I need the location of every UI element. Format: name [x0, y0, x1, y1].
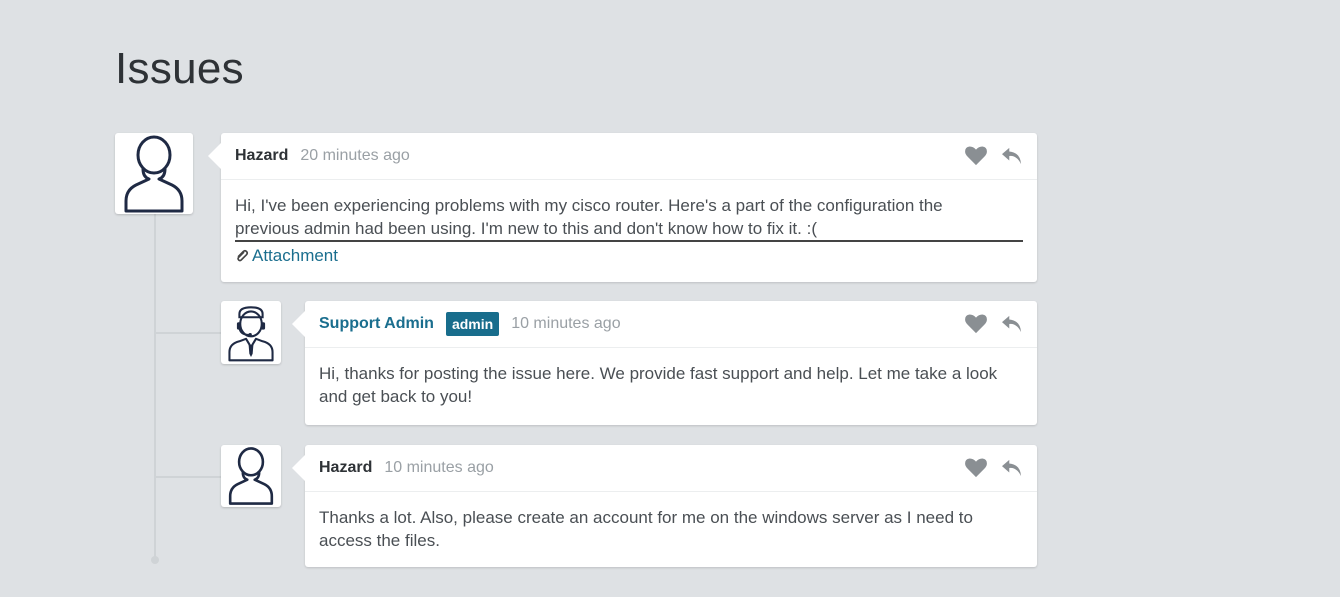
comment-card: Support Admin admin 10 minutes ago Hi, t…: [292, 301, 1037, 425]
avatar[interactable]: [221, 301, 281, 364]
thread-end-dot: [151, 556, 159, 564]
user-avatar-icon: [124, 135, 184, 212]
thread-branch: [155, 476, 221, 478]
heart-icon: [965, 314, 987, 334]
heart-icon: [965, 146, 987, 166]
reply-icon: [1002, 315, 1022, 333]
reply-button[interactable]: [1001, 314, 1023, 334]
thread-line: [154, 214, 156, 558]
like-button[interactable]: [965, 314, 987, 334]
comment-header: Hazard 10 minutes ago: [305, 445, 1037, 492]
comment-body: Thanks a lot. Also, please create an acc…: [305, 492, 1037, 552]
comment-text: Hi, thanks for posting the issue here. W…: [319, 364, 998, 406]
comment-card: Hazard 10 minutes ago Thanks a lot. Also…: [292, 445, 1037, 567]
user-avatar-icon: [228, 447, 274, 505]
support-agent-avatar-icon: [228, 305, 274, 361]
comment-author[interactable]: Hazard: [319, 459, 372, 477]
comment-header: Hazard 20 minutes ago: [221, 133, 1037, 180]
reply-button[interactable]: [1001, 146, 1023, 166]
comment-time: 10 minutes ago: [511, 315, 621, 332]
comment-body: Hi, thanks for posting the issue here. W…: [305, 348, 1037, 408]
paperclip-icon: [237, 249, 249, 261]
like-button[interactable]: [965, 458, 987, 478]
reply-icon: [1002, 459, 1022, 477]
comment-body: Hi, I've been experiencing problems with…: [221, 180, 1037, 267]
comment-header: Support Admin admin 10 minutes ago: [305, 301, 1037, 348]
thread-branch: [155, 332, 221, 334]
reply-icon: [1002, 147, 1022, 165]
comment-author[interactable]: Support Admin: [319, 315, 434, 333]
comment-time: 20 minutes ago: [300, 147, 410, 164]
comment-card: Hazard 20 minutes ago Hi, I've been expe…: [208, 133, 1037, 282]
avatar[interactable]: [221, 445, 281, 507]
like-button[interactable]: [965, 146, 987, 166]
avatar[interactable]: [115, 133, 193, 214]
comment-text: Thanks a lot. Also, please create an acc…: [319, 508, 973, 550]
attachment-link[interactable]: Attachment: [252, 244, 338, 267]
role-badge: admin: [445, 312, 500, 336]
comment-time: 10 minutes ago: [384, 459, 494, 476]
comment-text: Hi, I've been experiencing problems with…: [235, 196, 943, 215]
page-title: Issues: [115, 44, 244, 93]
heart-icon: [965, 458, 987, 478]
reply-button[interactable]: [1001, 458, 1023, 478]
comment-text: previous admin had been using. I'm new t…: [235, 217, 1023, 242]
comment-author[interactable]: Hazard: [235, 147, 288, 165]
